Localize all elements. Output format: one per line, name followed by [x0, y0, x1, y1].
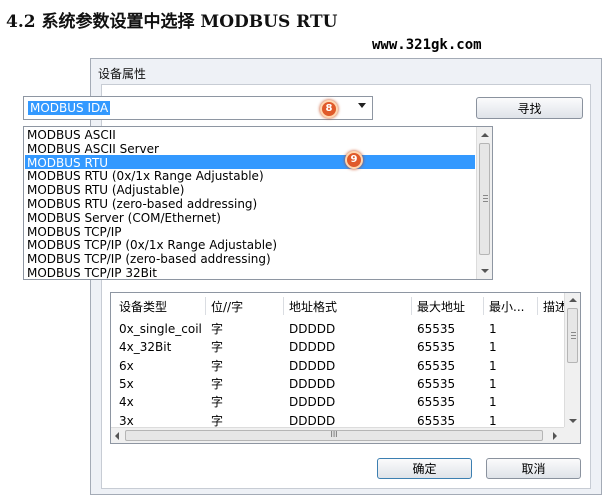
table-cell[interactable]: 1 [489, 395, 539, 409]
table-cell[interactable]: 4x_32Bit [119, 340, 209, 354]
find-button[interactable]: 寻找 [476, 97, 583, 119]
scroll-thumb[interactable] [567, 308, 578, 363]
table-cell[interactable]: 65535 [417, 414, 487, 428]
table-cell[interactable]: DDDDD [289, 414, 409, 428]
table-cell[interactable]: DDDDD [289, 395, 409, 409]
table-cell[interactable]: DDDDD [289, 322, 409, 336]
column-separator[interactable] [483, 297, 484, 315]
table-cell[interactable]: 4x [119, 395, 209, 409]
scroll-right-icon[interactable] [553, 432, 557, 440]
table-horizontal-scrollbar[interactable]: III [111, 427, 565, 443]
driver-list-item[interactable]: MODBUS RTU [27, 156, 108, 170]
table-cell[interactable]: 1 [489, 322, 539, 336]
ok-button[interactable]: 确定 [377, 458, 472, 479]
driver-list-item[interactable]: MODBUS TCP/IP 32Bit [27, 266, 157, 279]
table-cell[interactable]: 1 [489, 414, 539, 428]
driver-list-item[interactable]: MODBUS RTU (0x/1x Range Adjustable) [27, 169, 264, 183]
table-cell[interactable]: DDDDD [289, 377, 409, 391]
driver-list-scrollbar[interactable] [476, 127, 492, 279]
grip-line [483, 201, 488, 202]
device-type-table: 设备类型 位//字 地址格式 最大地址 最小... 描述 0x_single_coil 字 DD… [110, 292, 581, 444]
scroll-down-icon[interactable] [481, 269, 489, 273]
table-cell[interactable]: 5x [119, 377, 209, 391]
table-cell[interactable]: 1 [489, 377, 539, 391]
table-cell[interactable]: DDDDD [289, 359, 409, 373]
cancel-button[interactable]: 取消 [486, 458, 581, 479]
column-separator[interactable] [411, 297, 412, 315]
dialog-title: 设备属性 [98, 67, 147, 81]
grip-line [483, 195, 488, 196]
column-separator[interactable] [537, 297, 538, 315]
column-header[interactable]: 地址格式 [289, 300, 409, 314]
table-cell[interactable]: 65535 [417, 322, 487, 336]
table-cell[interactable]: 字 [211, 322, 281, 336]
table-cell[interactable]: 0x_single_coil [119, 322, 209, 336]
marker-badge: 8 [320, 100, 338, 118]
table-cell[interactable]: 65535 [417, 340, 487, 354]
table-cell[interactable]: 1 [489, 359, 539, 373]
table-cell[interactable]: 字 [211, 395, 281, 409]
grip-line [571, 338, 576, 339]
grip-line [571, 335, 576, 336]
driver-list-item[interactable]: MODBUS Server (COM/Ethernet) [27, 211, 221, 225]
table-cell[interactable]: 1 [489, 340, 539, 354]
combobox-value: MODBUS IDA [28, 101, 111, 115]
table-cell[interactable]: 字 [211, 377, 281, 391]
table-vertical-scrollbar[interactable] [564, 293, 580, 428]
driver-listbox[interactable]: MODBUS ASCII MODBUS ASCII Server MODBUS RT… [23, 126, 493, 280]
driver-list-item[interactable]: MODBUS TCP/IP [27, 225, 122, 239]
table-cell[interactable]: 65535 [417, 377, 487, 391]
scroll-down-icon[interactable] [569, 419, 577, 423]
table-cell[interactable]: 字 [211, 359, 281, 373]
watermark-url: www.321gk.com [372, 37, 482, 53]
table-cell[interactable]: 65535 [417, 395, 487, 409]
scroll-up-icon[interactable] [481, 133, 489, 137]
column-separator[interactable] [283, 297, 284, 315]
scroll-thumb[interactable] [479, 143, 490, 255]
column-header[interactable]: 位//字 [211, 300, 281, 314]
driver-list-item[interactable]: MODBUS ASCII [27, 128, 116, 142]
table-cell[interactable]: 字 [211, 340, 281, 354]
table-cell[interactable]: 字 [211, 414, 281, 428]
column-header[interactable]: 最大地址 [417, 300, 487, 314]
driver-list-item[interactable]: MODBUS RTU (Adjustable) [27, 183, 184, 197]
column-header[interactable]: 设备类型 [119, 300, 209, 314]
scrollbar-corner [564, 427, 580, 443]
table-cell[interactable]: 65535 [417, 359, 487, 373]
column-separator[interactable] [205, 297, 206, 315]
column-header[interactable]: 最小... [489, 300, 539, 314]
scroll-left-icon[interactable] [115, 432, 119, 440]
driver-list-item[interactable]: MODBUS TCP/IP (0x/1x Range Adjustable) [27, 238, 277, 252]
table-cell[interactable]: 6x [119, 359, 209, 373]
section-heading: 4.2 系统参数设置中选择 MODBUS RTU [6, 12, 338, 32]
driver-list-item[interactable]: MODBUS RTU (zero-based addressing) [27, 197, 257, 211]
scroll-thumb[interactable]: III [125, 430, 543, 441]
table-cell[interactable]: DDDDD [289, 340, 409, 354]
table-cell[interactable]: 3x [119, 414, 209, 428]
driver-list-item[interactable]: MODBUS ASCII Server [27, 142, 159, 156]
scroll-up-icon[interactable] [569, 298, 577, 302]
chevron-down-icon[interactable] [358, 103, 366, 108]
grip-line [571, 332, 576, 333]
marker-badge: 9 [345, 151, 363, 169]
driver-list-item[interactable]: MODBUS TCP/IP (zero-based addressing) [27, 252, 271, 266]
grip-line [483, 198, 488, 199]
